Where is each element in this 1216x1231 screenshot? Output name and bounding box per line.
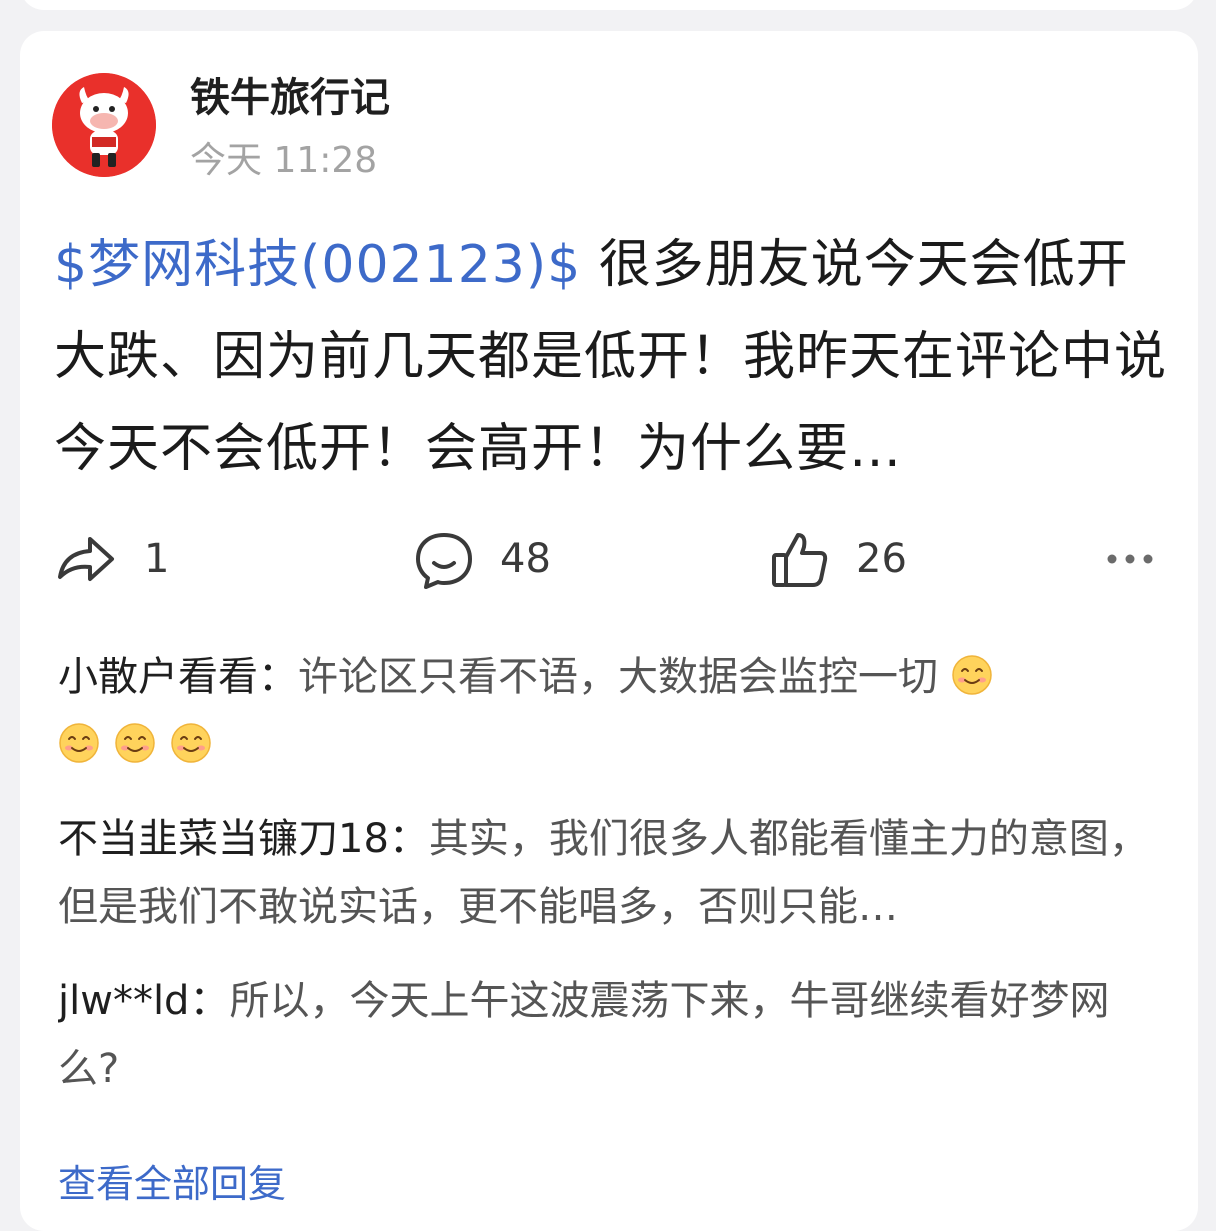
comment-list: 小散户看看：许论区只看不语，大数据会监控一切 不当韭菜当镰刀18：其实，我们很多… — [58, 643, 1162, 1129]
comment-button[interactable]: 48 — [414, 527, 551, 591]
share-button[interactable]: 1 — [54, 527, 169, 591]
more-button[interactable] — [1100, 527, 1160, 591]
author-name[interactable]: 铁牛旅行记 — [190, 65, 390, 123]
smile-emoji-icon — [59, 723, 99, 763]
smile-emoji-icon — [951, 655, 992, 695]
more-icon — [1107, 554, 1153, 564]
stock-tag-link[interactable]: $梦网科技(002123)$ — [54, 235, 581, 295]
cow-mascot-icon — [52, 73, 156, 177]
post-time: 今天 11:28 — [190, 140, 378, 181]
view-all-replies-link[interactable]: 查看全部回复 — [58, 1153, 286, 1208]
post-content[interactable]: $梦网科技(002123)$ 很多朋友说今天会低开大跌、因为前几天都是低开！我昨… — [54, 219, 1172, 495]
avatar[interactable] — [52, 73, 156, 177]
comment-item[interactable]: 不当韭菜当镰刀18：其实，我们很多人都能看懂主力的意图，但是我们不敢说实话，更不… — [58, 805, 1162, 941]
comment-item[interactable]: 小散户看看：许论区只看不语，大数据会监控一切 — [58, 643, 1162, 779]
like-count: 26 — [856, 536, 907, 582]
smile-emoji-icon — [115, 723, 155, 763]
share-icon — [58, 537, 114, 581]
comment-author[interactable]: 不当韭菜当镰刀18： — [58, 816, 429, 862]
previous-card-edge — [20, 0, 1198, 10]
post-card[interactable]: 铁牛旅行记 今天 11:28 $梦网科技(002123)$ 很多朋友说今天会低开… — [20, 31, 1198, 1231]
comment-count: 48 — [500, 536, 551, 582]
comment-text: 许论区只看不语，大数据会监控一切 — [298, 654, 938, 700]
comment-author[interactable]: jlw**ld： — [58, 978, 229, 1024]
share-count: 1 — [144, 536, 170, 582]
like-button[interactable]: 26 — [770, 527, 907, 591]
thumbs-up-icon — [772, 533, 828, 587]
action-bar: 1 48 26 — [54, 527, 1166, 591]
comment-author[interactable]: 小散户看看： — [58, 654, 298, 700]
comment-icon — [416, 533, 472, 589]
comment-item[interactable]: jlw**ld：所以，今天上午这波震荡下来，牛哥继续看好梦网么? — [58, 967, 1162, 1103]
smile-emoji-icon — [171, 723, 211, 763]
